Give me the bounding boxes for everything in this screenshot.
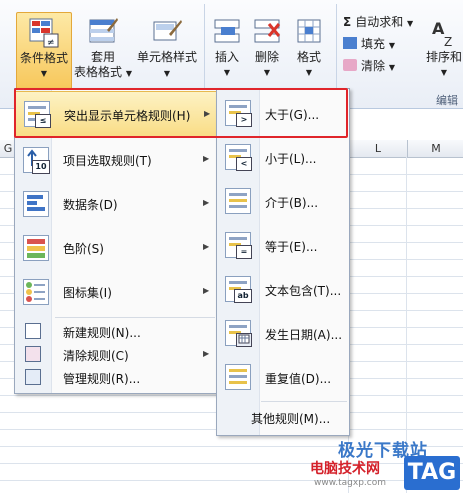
format-cells-icon bbox=[293, 16, 325, 48]
cell-styles-icon bbox=[151, 16, 183, 48]
submenu-item-text-contains[interactable]: ab 文本包含(T)... bbox=[217, 269, 349, 309]
submenu-item-less-than[interactable]: < 小于(L)... bbox=[217, 137, 349, 177]
format-as-table-button[interactable]: 套用 表格格式 ▼ bbox=[72, 12, 134, 88]
annotation-highlight-box bbox=[14, 88, 348, 138]
watermark-tag-logo: TAG bbox=[404, 456, 460, 490]
submenu-item-date-occurring[interactable]: 发生日期(A)... bbox=[217, 313, 349, 353]
menu-item-label: 色阶(S) bbox=[63, 242, 104, 256]
menu-item-data-bars[interactable]: 数据条(D) ▶ bbox=[15, 183, 218, 225]
delete-button[interactable]: 删除 ▼ bbox=[248, 12, 286, 88]
highlight-rules-submenu: > 大于(G)... < 小于(L)... 介于(B)... = 等于(E)..… bbox=[216, 88, 350, 436]
format-button[interactable]: 格式 ▼ bbox=[288, 12, 330, 88]
table-format-icon bbox=[87, 16, 119, 48]
between-icon bbox=[225, 188, 251, 214]
eraser-icon bbox=[343, 59, 357, 71]
insert-label: 插入 bbox=[214, 50, 239, 64]
menu-separator bbox=[55, 317, 215, 318]
submenu-item-more-rules[interactable]: 其他规则(M)... bbox=[217, 405, 349, 429]
menu-item-label: 其他规则(M)... bbox=[251, 412, 331, 426]
menu-item-manage-rules[interactable]: 管理规则(R)... bbox=[15, 366, 218, 388]
menu-item-label: 介于(B)... bbox=[265, 196, 319, 210]
clear-rules-icon bbox=[25, 346, 41, 362]
watermark-text: 电脑技术网 bbox=[310, 461, 380, 477]
conditional-format-icon: ≠ bbox=[28, 17, 60, 49]
chevron-down-icon: ▼ bbox=[223, 68, 231, 77]
chevron-down-icon: ▼ bbox=[40, 69, 48, 78]
submenu-arrow-icon: ▶ bbox=[203, 154, 210, 163]
text-contains-icon: ab bbox=[225, 276, 252, 303]
menu-item-label: 小于(L)... bbox=[265, 152, 317, 166]
new-rule-icon bbox=[25, 323, 41, 339]
submenu-arrow-icon: ▶ bbox=[203, 242, 210, 251]
icon-sets-icon bbox=[23, 279, 49, 305]
top-bottom-icon: 10 bbox=[23, 147, 50, 174]
svg-text:≠: ≠ bbox=[47, 38, 55, 48]
submenu-item-between[interactable]: 介于(B)... bbox=[217, 181, 349, 221]
insert-cells-icon bbox=[211, 16, 243, 48]
autosum-button[interactable]: Σ 自动求和 ▼ bbox=[343, 14, 413, 32]
chevron-down-icon: ▼ bbox=[440, 68, 448, 77]
menu-item-label: 重复值(D)... bbox=[265, 372, 332, 386]
chevron-down-icon: ▼ bbox=[305, 68, 313, 77]
equal-to-icon: = bbox=[225, 232, 252, 259]
menu-item-label: 文本包含(T)... bbox=[265, 284, 342, 298]
sort-az-icon: AZ bbox=[428, 16, 460, 49]
sort-label: 排序和 bbox=[425, 50, 462, 64]
menu-item-icon-sets[interactable]: 图标集(I) ▶ bbox=[15, 271, 218, 313]
fill-button[interactable]: 填充 ▼ bbox=[343, 36, 395, 54]
menu-item-label: 项目选取规则(T) bbox=[63, 154, 152, 168]
menu-item-label: 发生日期(A)... bbox=[265, 328, 343, 342]
svg-text:Z: Z bbox=[444, 35, 452, 48]
delete-cells-icon bbox=[251, 16, 283, 48]
sort-filter-button[interactable]: AZ 排序和 ▼ bbox=[424, 12, 463, 88]
cell-styles-label: 单元格样式 ▼ bbox=[136, 50, 197, 78]
submenu-arrow-icon: ▶ bbox=[203, 349, 210, 358]
cell-styles-button[interactable]: 单元格样式 ▼ bbox=[134, 12, 200, 88]
fill-down-icon bbox=[343, 37, 357, 49]
insert-button[interactable]: 插入 ▼ bbox=[208, 12, 246, 88]
menu-separator bbox=[261, 401, 347, 402]
menu-item-label: 新建规则(N)... bbox=[63, 326, 141, 340]
menu-item-clear-rules[interactable]: 清除规则(C) ▶ bbox=[15, 343, 218, 365]
column-header-l[interactable]: L bbox=[348, 140, 407, 158]
menu-item-label: 等于(E)... bbox=[265, 240, 318, 254]
group-label-edit: 编辑 bbox=[436, 94, 458, 107]
conditional-format-label: 条件格式 bbox=[19, 51, 68, 65]
calendar-icon bbox=[225, 320, 252, 347]
watermark: 极光下载站 电脑技术网 www.tagxp.com TAG bbox=[300, 436, 463, 493]
clear-button[interactable]: 清除 ▼ bbox=[343, 58, 395, 76]
duplicate-values-icon bbox=[225, 364, 251, 390]
column-header-m[interactable]: M bbox=[407, 140, 463, 158]
format-as-table-label-2: 表格格式 ▼ bbox=[74, 65, 132, 79]
menu-item-label: 清除规则(C) bbox=[63, 349, 129, 363]
menu-item-label: 图标集(I) bbox=[63, 286, 112, 300]
chevron-down-icon: ▼ bbox=[263, 68, 271, 77]
menu-item-new-rule[interactable]: 新建规则(N)... bbox=[15, 320, 218, 342]
menu-item-top-bottom-rules[interactable]: 10 项目选取规则(T) ▶ bbox=[15, 139, 218, 181]
menu-item-label: 数据条(D) bbox=[63, 198, 118, 212]
format-label: 格式 bbox=[296, 50, 321, 64]
delete-label: 删除 bbox=[254, 50, 279, 64]
color-scales-icon bbox=[23, 235, 49, 261]
sigma-icon: Σ bbox=[343, 15, 352, 29]
conditional-format-button[interactable]: ≠ 条件格式 ▼ bbox=[16, 12, 72, 90]
submenu-item-duplicate-values[interactable]: 重复值(D)... bbox=[217, 357, 349, 397]
watermark-url: www.tagxp.com bbox=[314, 478, 386, 488]
menu-item-label: 管理规则(R)... bbox=[63, 372, 141, 386]
menu-item-color-scales[interactable]: 色阶(S) ▶ bbox=[15, 227, 218, 269]
submenu-item-equal-to[interactable]: = 等于(E)... bbox=[217, 225, 349, 265]
data-bars-icon bbox=[23, 191, 49, 217]
format-as-table-label-1: 套用 bbox=[90, 50, 115, 64]
submenu-arrow-icon: ▶ bbox=[203, 286, 210, 295]
manage-rules-icon bbox=[25, 369, 41, 385]
less-than-icon: < bbox=[225, 144, 252, 171]
submenu-arrow-icon: ▶ bbox=[203, 198, 210, 207]
